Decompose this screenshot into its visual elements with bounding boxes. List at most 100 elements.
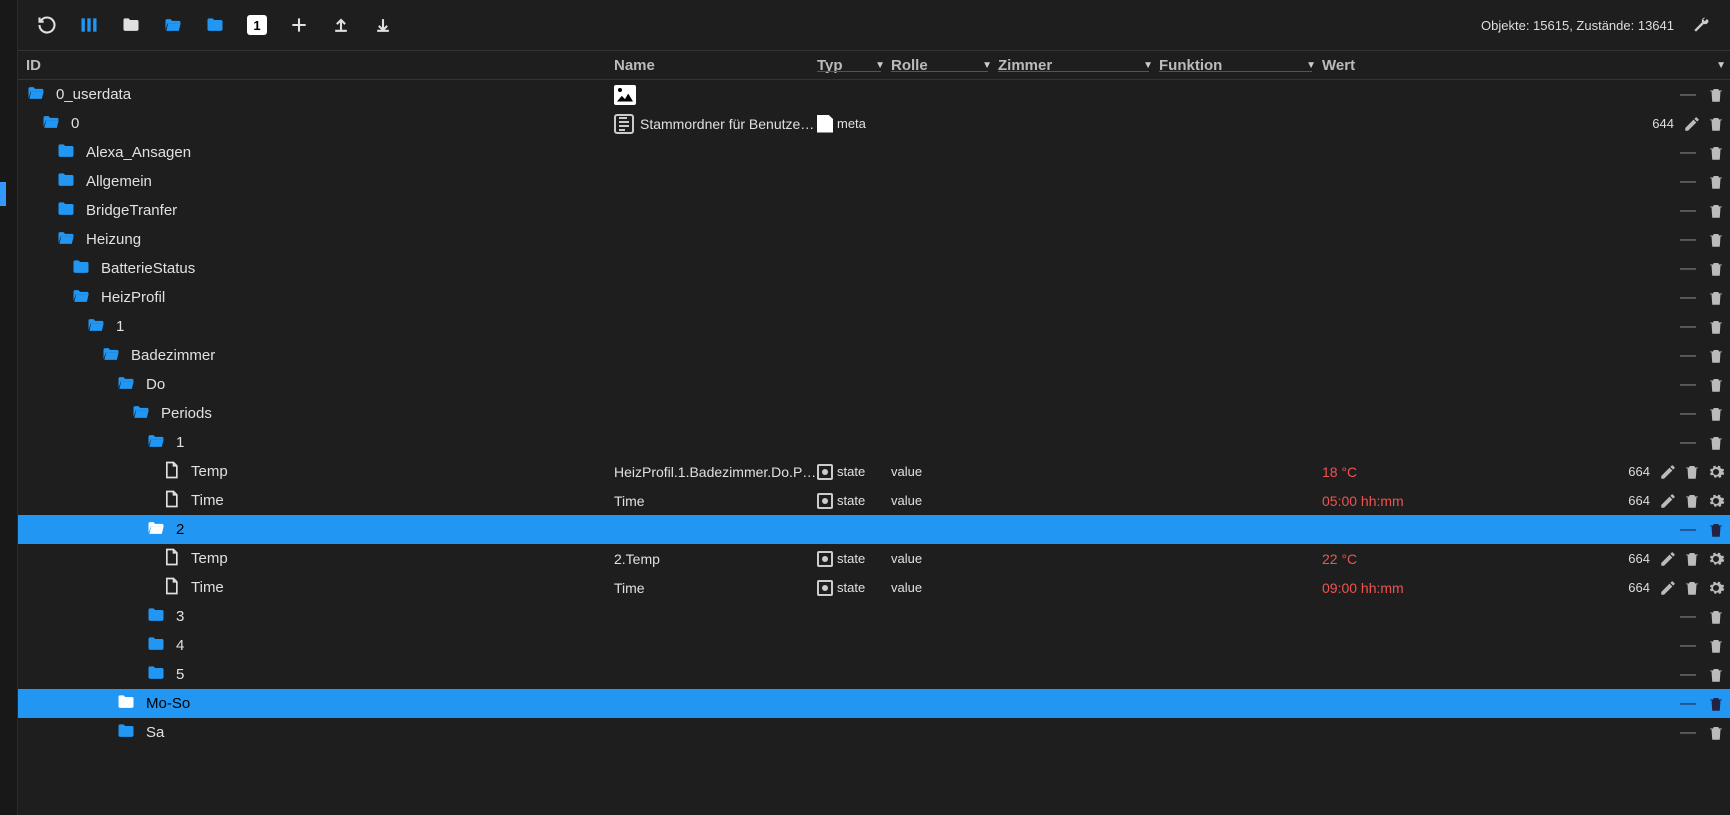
row-wert-text[interactable]: 22 °C <box>1322 551 1357 567</box>
table-row[interactable]: Heizung— <box>18 225 1730 254</box>
gear-icon[interactable] <box>1706 549 1726 569</box>
delete-icon[interactable] <box>1682 462 1702 482</box>
folder-icon <box>146 634 176 657</box>
delete-icon[interactable] <box>1706 172 1726 192</box>
folder-open-icon <box>56 228 86 251</box>
table-row[interactable]: 0Stammordner für Benutzerobjekte …meta64… <box>18 109 1730 138</box>
table-row[interactable]: BridgeTranfer— <box>18 196 1730 225</box>
edit-icon[interactable] <box>1658 491 1678 511</box>
gear-icon[interactable] <box>1706 462 1726 482</box>
folder-closed-icon[interactable] <box>110 4 152 46</box>
table-row[interactable]: 1— <box>18 312 1730 341</box>
table-row[interactable]: Alexa_Ansagen— <box>18 138 1730 167</box>
header-filter-reset[interactable]: ▼ <box>1452 60 1730 71</box>
delete-icon[interactable] <box>1682 549 1702 569</box>
folder-open-icon[interactable] <box>152 4 194 46</box>
left-rail-marker <box>0 182 6 206</box>
header-typ[interactable]: Typ▼ <box>817 57 891 74</box>
table-header: ID Name Typ▼ Rolle▼ Zimmer▼ Funktion▼ We… <box>18 50 1730 80</box>
table-row[interactable]: Badezimmer— <box>18 341 1730 370</box>
delete-icon[interactable] <box>1706 433 1726 453</box>
settings-wrench-icon[interactable] <box>1680 4 1722 46</box>
folder-icon[interactable] <box>194 4 236 46</box>
row-placeholder-dash: — <box>1674 260 1702 278</box>
delete-icon[interactable] <box>1706 317 1726 337</box>
download-button[interactable] <box>362 4 404 46</box>
table-row[interactable]: Temp2.Tempstatevalue22 °C664 <box>18 544 1730 573</box>
header-wert[interactable]: Wert <box>1322 57 1452 74</box>
row-id-label: 1 <box>176 434 184 451</box>
header-id[interactable]: ID <box>18 57 614 74</box>
delete-icon[interactable] <box>1706 607 1726 627</box>
state-filter-button[interactable]: 1 <box>236 4 278 46</box>
delete-icon[interactable] <box>1706 665 1726 685</box>
delete-icon[interactable] <box>1706 114 1726 134</box>
header-name[interactable]: Name <box>614 57 817 74</box>
table-row[interactable]: Mo-So— <box>18 689 1730 718</box>
table-row[interactable]: TimeTimestatevalue09:00 hh:mm664 <box>18 573 1730 602</box>
table-row[interactable]: Periods— <box>18 399 1730 428</box>
delete-icon[interactable] <box>1706 85 1726 105</box>
folder-open-icon <box>146 431 176 454</box>
row-id-label: BridgeTranfer <box>86 202 177 219</box>
delete-icon[interactable] <box>1682 578 1702 598</box>
delete-icon[interactable] <box>1706 404 1726 424</box>
upload-button[interactable] <box>320 4 362 46</box>
delete-icon[interactable] <box>1706 346 1726 366</box>
folder-icon <box>116 692 146 715</box>
header-rolle[interactable]: Rolle▼ <box>891 57 998 74</box>
table-row[interactable]: Sa— <box>18 718 1730 747</box>
table-row[interactable]: HeizProfil— <box>18 283 1730 312</box>
row-placeholder-dash: — <box>1674 231 1702 249</box>
header-funktion[interactable]: Funktion▼ <box>1159 57 1322 74</box>
table-row[interactable]: 1— <box>18 428 1730 457</box>
folder-icon <box>56 199 86 222</box>
table-row[interactable]: BatterieStatus— <box>18 254 1730 283</box>
edit-icon[interactable] <box>1658 549 1678 569</box>
delete-icon[interactable] <box>1706 694 1726 714</box>
table-row[interactable]: 4— <box>18 631 1730 660</box>
folder-open-icon <box>101 344 131 367</box>
delete-icon[interactable] <box>1706 375 1726 395</box>
row-wert-text[interactable]: 05:00 hh:mm <box>1322 493 1404 509</box>
table-row[interactable]: 5— <box>18 660 1730 689</box>
header-zimmer[interactable]: Zimmer▼ <box>998 57 1159 74</box>
row-placeholder-dash: — <box>1674 637 1702 655</box>
edit-icon[interactable] <box>1682 114 1702 134</box>
delete-icon[interactable] <box>1706 143 1726 163</box>
file-icon <box>161 489 191 512</box>
delete-icon[interactable] <box>1706 636 1726 656</box>
table-row[interactable]: 0_userdata— <box>18 80 1730 109</box>
row-wert-text[interactable]: 18 °C <box>1322 464 1357 480</box>
add-button[interactable] <box>278 4 320 46</box>
row-placeholder-dash: — <box>1674 608 1702 626</box>
row-typ-text: meta <box>837 116 866 131</box>
delete-icon[interactable] <box>1706 723 1726 743</box>
edit-icon[interactable] <box>1658 578 1678 598</box>
delete-icon[interactable] <box>1682 491 1702 511</box>
table-row[interactable]: 2— <box>18 515 1730 544</box>
delete-icon[interactable] <box>1706 520 1726 540</box>
delete-icon[interactable] <box>1706 201 1726 221</box>
row-wert-text[interactable]: 09:00 hh:mm <box>1322 580 1404 596</box>
row-placeholder-dash: — <box>1674 173 1702 191</box>
row-id-label: Temp <box>191 550 228 567</box>
row-placeholder-dash: — <box>1674 144 1702 162</box>
columns-icon[interactable] <box>68 4 110 46</box>
table-row[interactable]: TempHeizProfil.1.Badezimmer.Do.Periods…s… <box>18 457 1730 486</box>
refresh-button[interactable] <box>26 4 68 46</box>
row-typ-text: state <box>837 464 865 479</box>
gear-icon[interactable] <box>1706 491 1726 511</box>
edit-icon[interactable] <box>1658 462 1678 482</box>
row-placeholder-dash: — <box>1674 405 1702 423</box>
delete-icon[interactable] <box>1706 288 1726 308</box>
table-row[interactable]: TimeTimestatevalue05:00 hh:mm664 <box>18 486 1730 515</box>
table-row[interactable]: 3— <box>18 602 1730 631</box>
table-row[interactable]: Allgemein— <box>18 167 1730 196</box>
delete-icon[interactable] <box>1706 230 1726 250</box>
row-id-label: 2 <box>176 521 184 538</box>
gear-icon[interactable] <box>1706 578 1726 598</box>
table-row[interactable]: Do— <box>18 370 1730 399</box>
delete-icon[interactable] <box>1706 259 1726 279</box>
toolbar-status-text: Objekte: 15615, Zustände: 13641 <box>1481 18 1674 33</box>
